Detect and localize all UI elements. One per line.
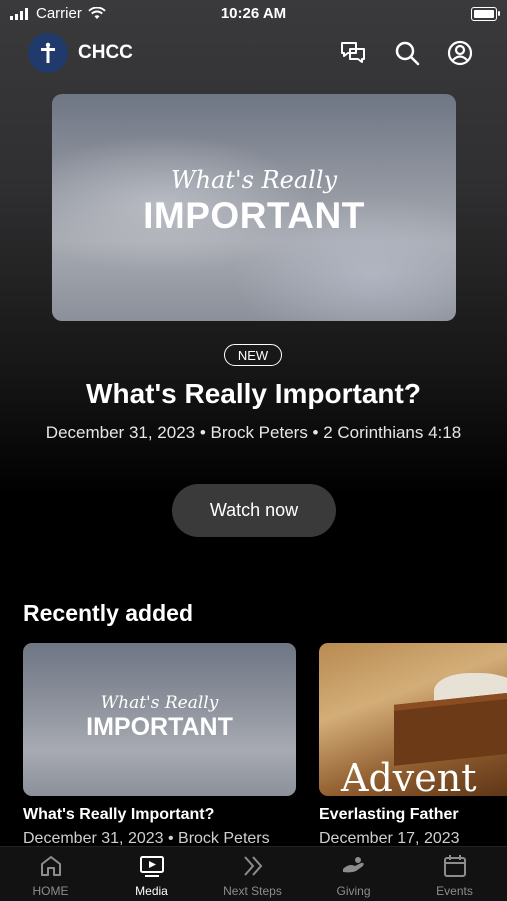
hero-image-script: What's Really xyxy=(170,166,338,194)
status-bar: Carrier 10:26 AM xyxy=(0,0,507,30)
tab-giving[interactable]: Giving xyxy=(303,847,404,901)
media-card-thumbnail[interactable]: Advent xyxy=(319,643,507,796)
tab-label: Media xyxy=(135,884,168,898)
card-image-script: What's Really xyxy=(100,693,219,713)
tab-home[interactable]: HOME xyxy=(0,847,101,901)
section-heading: Recently added xyxy=(23,600,193,626)
chat-icon[interactable] xyxy=(339,39,367,67)
brand-name: CHCC xyxy=(78,42,133,63)
card-image-title: Advent xyxy=(341,756,477,796)
cross-icon xyxy=(41,42,55,63)
featured-meta: December 31, 2023 • Brock Peters • 2 Cor… xyxy=(45,423,462,442)
media-card-title[interactable]: What's Really Important? xyxy=(23,806,214,824)
media-icon xyxy=(139,856,164,877)
profile-icon[interactable] xyxy=(446,39,474,67)
featured-sermon-image[interactable]: What's Really IMPORTANT xyxy=(52,94,456,321)
new-badge: NEW xyxy=(224,344,282,366)
clock: 10:26 AM xyxy=(220,5,287,22)
tab-label: Events xyxy=(436,884,473,898)
tab-events[interactable]: Events xyxy=(404,847,505,901)
tab-label: Giving xyxy=(336,884,371,898)
media-card-thumbnail[interactable]: What's Really IMPORTANT xyxy=(23,643,296,796)
next-steps-icon xyxy=(243,856,262,876)
search-icon[interactable] xyxy=(393,39,421,67)
card-image-title: IMPORTANT xyxy=(86,713,233,741)
tab-label: Next Steps xyxy=(223,884,282,898)
tab-next-steps[interactable]: Next Steps xyxy=(202,847,303,901)
giving-icon xyxy=(342,857,364,873)
events-icon xyxy=(443,855,466,877)
home-icon xyxy=(40,856,61,876)
app-header: CHCC xyxy=(0,30,507,76)
watch-now-button[interactable]: Watch now xyxy=(172,484,336,537)
manger-image xyxy=(394,691,507,766)
tab-bar: HOME Media Next Steps Giving Events xyxy=(0,846,507,901)
battery-icon xyxy=(471,7,500,21)
hero-image-title: IMPORTANT xyxy=(143,195,365,236)
featured-title: What's Really Important? xyxy=(86,378,421,409)
media-card-title[interactable]: Everlasting Father xyxy=(319,806,459,824)
church-logo[interactable] xyxy=(28,33,68,73)
tab-label: HOME xyxy=(32,884,69,898)
tab-media[interactable]: Media xyxy=(101,847,202,901)
